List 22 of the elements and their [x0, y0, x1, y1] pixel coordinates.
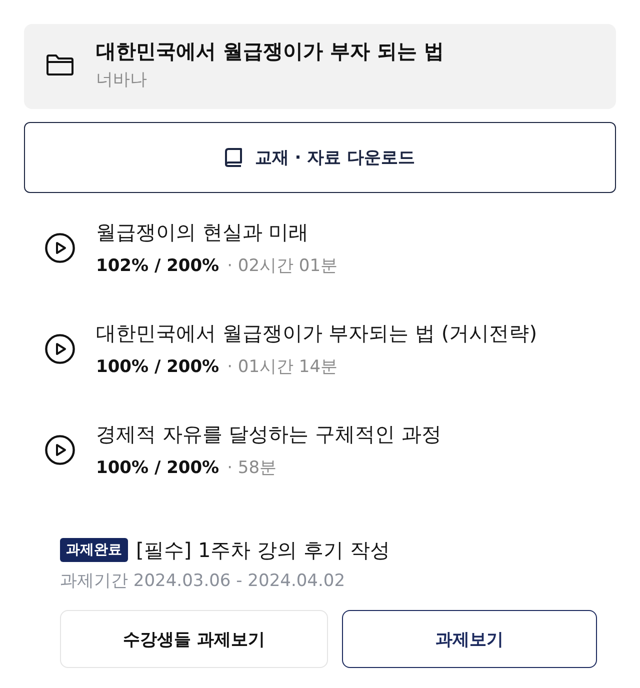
lecture-title[interactable]: 대한민국에서 월급쟁이가 부자되는 법 (거시전략) — [96, 319, 538, 347]
book-icon — [224, 148, 242, 167]
play-icon[interactable] — [45, 334, 75, 364]
view-assignment-button[interactable]: 과제보기 — [342, 610, 597, 668]
course-title: 대한민국에서 월급쟁이가 부자 되는 법 — [96, 38, 444, 65]
instructor-name: 너바나 — [96, 69, 148, 92]
lecture-duration: · 58분 — [227, 457, 277, 480]
download-button[interactable]: 교재 · 자료 다운로드 — [24, 122, 616, 193]
play-icon[interactable] — [45, 435, 75, 465]
lecture-title[interactable]: 경제적 자유를 달성하는 구체적인 과정 — [96, 420, 442, 448]
watch-rate-text: 102% / 200% — [96, 255, 220, 278]
folder-icon — [46, 54, 74, 76]
assignment-period: 과제기간 2024.03.06 - 2024.04.02 — [60, 570, 346, 593]
watch-rate-text: 100% / 200% — [96, 356, 220, 379]
watch-rate-text: 100% / 200% — [96, 457, 220, 480]
lecture-duration: · 01시간 14분 — [227, 356, 338, 379]
lecture-title[interactable]: 월급쟁이의 현실과 미래 — [96, 218, 338, 246]
view-others-assignments-button[interactable]: 수강생들 과제보기 — [60, 610, 328, 668]
status-badge: 과제완료 — [60, 538, 128, 562]
lecture-duration: · 02시간 01분 — [227, 255, 338, 278]
play-icon[interactable] — [45, 233, 75, 263]
assignment-title: [필수] 1주차 강의 후기 작성 — [136, 537, 390, 564]
